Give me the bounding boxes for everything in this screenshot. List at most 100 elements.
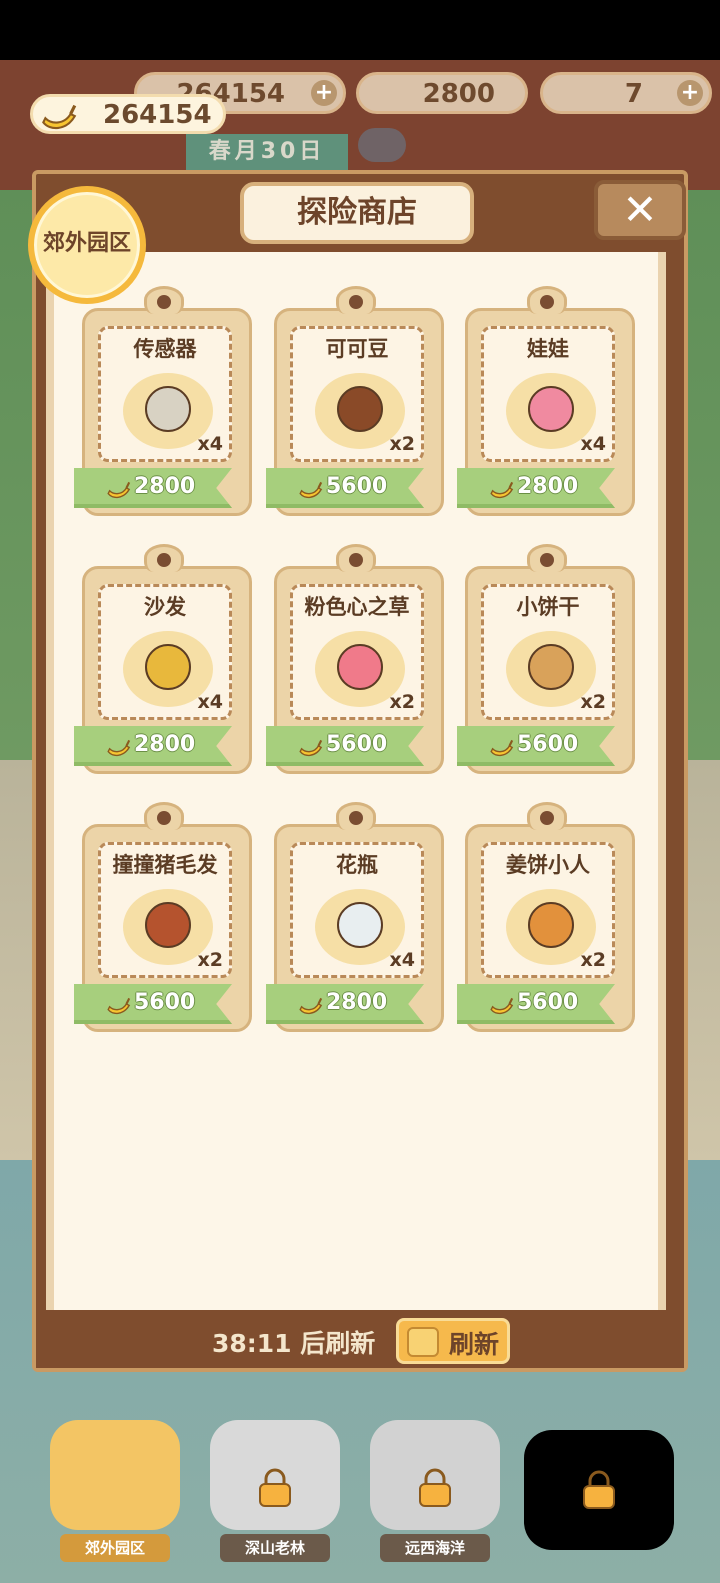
bg-fish-value: 7 <box>624 79 643 109</box>
item-name: 小饼干 <box>516 595 580 619</box>
shop-item-card[interactable]: 粉色心之草 x2 5600 <box>266 544 444 776</box>
shop-item-card[interactable]: 姜饼小人 x2 5600 <box>457 802 635 1034</box>
shop-item-card[interactable]: 花瓶 x4 2800 <box>266 802 444 1034</box>
item-quantity: x2 <box>389 433 415 455</box>
cocoa-bean-icon <box>337 386 383 432</box>
area-label: 远西海洋 <box>380 1534 490 1562</box>
banana-icon <box>107 997 131 1015</box>
item-quantity: x2 <box>580 949 606 971</box>
card-inner: 粉色心之草 x2 <box>290 584 424 720</box>
close-icon: ✕ <box>622 185 658 234</box>
item-quantity: x2 <box>580 691 606 713</box>
lock-icon <box>259 1468 291 1507</box>
bg-fire-counter: 2800 <box>356 72 528 114</box>
item-name: 姜饼小人 <box>506 853 590 877</box>
bg-fish-counter: 7 + <box>540 72 712 114</box>
lock-icon <box>419 1468 451 1507</box>
item-price: 2800 <box>134 474 196 499</box>
item-name: 沙发 <box>144 595 186 619</box>
item-name: 粉色心之草 <box>304 595 410 619</box>
item-name: 撞撞猪毛发 <box>112 853 218 877</box>
shop-item-card[interactable]: 传感器 x4 2800 <box>74 286 252 518</box>
gingerbread-man-icon <box>528 902 574 948</box>
doll-icon <box>528 386 574 432</box>
item-price: 5600 <box>134 990 196 1015</box>
item-quantity: x4 <box>580 433 606 455</box>
item-name: 娃娃 <box>527 337 569 361</box>
price-tag[interactable]: 2800 <box>74 468 232 508</box>
banana-icon <box>42 104 77 130</box>
card-inner: 传感器 x4 <box>98 326 232 462</box>
cookie-icon <box>528 644 574 690</box>
shop-title: 探险商店 <box>240 182 474 244</box>
card-inner: 沙发 x4 <box>98 584 232 720</box>
pin-icon <box>527 286 567 314</box>
pin-icon <box>336 544 376 572</box>
close-button[interactable]: ✕ <box>594 180 686 240</box>
item-price: 5600 <box>326 732 388 757</box>
area-item-unknown[interactable] <box>524 1410 674 1570</box>
card-inner: 娃娃 x4 <box>481 326 615 462</box>
lock-icon <box>583 1470 615 1509</box>
pin-icon <box>527 802 567 830</box>
area-label: 郊外园区 <box>60 1534 170 1562</box>
item-price: 5600 <box>517 990 579 1015</box>
pin-icon <box>144 286 184 314</box>
refresh-button[interactable]: 刷新 <box>396 1318 510 1364</box>
banana-icon <box>107 481 131 499</box>
pin-icon <box>144 802 184 830</box>
price-tag[interactable]: 2800 <box>74 726 232 766</box>
area-label: 深山老林 <box>220 1534 330 1562</box>
banana-icon <box>299 739 323 757</box>
shop-item-card[interactable]: 娃娃 x4 2800 <box>457 286 635 518</box>
pin-icon <box>336 802 376 830</box>
pig-fur-icon <box>145 902 191 948</box>
shop-item-card[interactable]: 小饼干 x2 5600 <box>457 544 635 776</box>
item-quantity: x2 <box>389 691 415 713</box>
item-price: 2800 <box>517 474 579 499</box>
price-tag[interactable]: 2800 <box>457 468 615 508</box>
card-inner: 撞撞猪毛发 x2 <box>98 842 232 978</box>
price-tag[interactable]: 5600 <box>266 468 424 508</box>
coin-display: 264154 <box>30 94 226 134</box>
price-tag[interactable]: 2800 <box>266 984 424 1024</box>
shop-item-card[interactable]: 可可豆 x2 5600 <box>266 286 444 518</box>
bg-fire-value: 2800 <box>422 79 495 109</box>
pink-heart-grass-icon <box>337 644 383 690</box>
status-bar <box>0 0 720 60</box>
item-name: 传感器 <box>133 337 197 361</box>
banana-icon <box>490 481 514 499</box>
sofa-icon <box>145 644 191 690</box>
price-tag[interactable]: 5600 <box>457 984 615 1024</box>
vase-icon <box>337 902 383 948</box>
plus-icon[interactable]: + <box>677 80 703 106</box>
price-tag[interactable]: 5600 <box>457 726 615 766</box>
card-inner: 小饼干 x2 <box>481 584 615 720</box>
banana-icon <box>107 739 131 757</box>
price-tag[interactable]: 5600 <box>74 984 232 1024</box>
pin-icon <box>336 286 376 314</box>
shop-item-card[interactable]: 沙发 x4 2800 <box>74 544 252 776</box>
plus-icon[interactable]: + <box>311 80 337 106</box>
banana-icon <box>299 997 323 1015</box>
refresh-timer: 38:11 后刷新 <box>212 1329 376 1358</box>
rain-cloud-icon <box>358 128 406 162</box>
area-nav: 郊外园区 深山老林 远西海洋 <box>0 1380 720 1583</box>
pin-icon <box>527 544 567 572</box>
farm-icon <box>50 1420 180 1530</box>
card-inner: 姜饼小人 x2 <box>481 842 615 978</box>
area-item-forest[interactable]: 深山老林 <box>200 1410 350 1570</box>
card-inner: 可可豆 x2 <box>290 326 424 462</box>
refresh-icon <box>407 1327 439 1357</box>
area-item-ocean[interactable]: 远西海洋 <box>360 1410 510 1570</box>
item-quantity: x4 <box>197 691 223 713</box>
refresh-button-label: 刷新 <box>449 1330 500 1359</box>
item-quantity: x4 <box>197 433 223 455</box>
item-quantity: x2 <box>197 949 223 971</box>
banana-icon <box>299 481 323 499</box>
banana-icon <box>490 739 514 757</box>
area-item-suburb[interactable]: 郊外园区 <box>40 1410 190 1570</box>
coin-value: 264154 <box>103 100 212 130</box>
price-tag[interactable]: 5600 <box>266 726 424 766</box>
shop-item-card[interactable]: 撞撞猪毛发 x2 5600 <box>74 802 252 1034</box>
